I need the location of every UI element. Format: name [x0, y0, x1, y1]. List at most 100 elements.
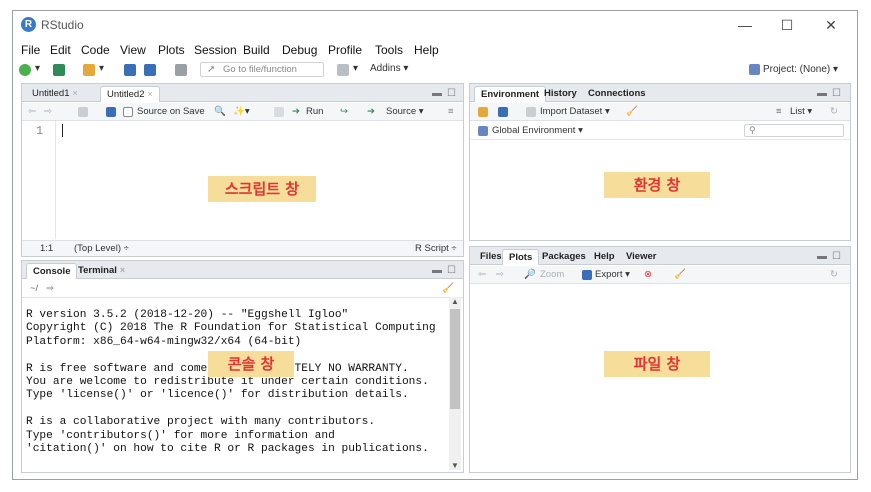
goto-file-input[interactable]: ➚ Go to file/function — [200, 62, 324, 77]
menu-debug[interactable]: Debug — [282, 43, 317, 57]
menu-plots[interactable]: Plots — [158, 43, 185, 57]
menu-session[interactable]: Session — [194, 43, 237, 57]
find-icon[interactable]: 🔍 — [214, 106, 226, 117]
console-line: Type 'license()' or 'licence()' for dist… — [26, 389, 409, 402]
console-line: You are welcome to redistribute it under… — [26, 376, 429, 389]
save-workspace-icon[interactable] — [498, 107, 508, 117]
menu-file[interactable]: File — [21, 43, 40, 57]
tab-untitled1[interactable]: Untitled1 × — [26, 86, 84, 102]
tab-untitled1-close-icon[interactable]: × — [73, 88, 78, 98]
new-file-dropdown-icon[interactable]: ▾ — [35, 63, 40, 74]
tab-packages[interactable]: Packages — [536, 249, 592, 265]
console-minimize-icon[interactable]: ▬ — [432, 265, 442, 276]
open-file-icon[interactable] — [83, 64, 95, 76]
tab-terminal[interactable]: Terminal × — [72, 263, 131, 279]
scroll-up-icon[interactable]: ▲ — [449, 297, 461, 306]
grid-layout-icon[interactable] — [337, 64, 349, 76]
new-file-icon[interactable] — [19, 64, 31, 76]
menu-view[interactable]: View — [120, 43, 146, 57]
remove-plot-icon[interactable]: ⊗ — [644, 269, 652, 280]
tab-history[interactable]: History — [538, 86, 583, 102]
goto-placeholder: Go to file/function — [223, 64, 297, 75]
menu-tools[interactable]: Tools — [375, 43, 403, 57]
list-view-label: List — [790, 106, 805, 117]
clear-workspace-icon[interactable]: 🧹 — [626, 106, 638, 117]
tab-terminal-close-icon[interactable]: × — [120, 265, 125, 275]
tab-viewer[interactable]: Viewer — [620, 249, 662, 265]
save-icon[interactable] — [124, 64, 136, 76]
list-view-selector[interactable]: List ▾ — [790, 106, 812, 117]
next-plot-icon[interactable]: ⇨ — [496, 269, 504, 280]
clear-plots-icon[interactable]: 🧹 — [674, 269, 686, 280]
run-button[interactable]: Run — [306, 106, 323, 117]
tab-untitled2[interactable]: Untitled2 × — [100, 86, 160, 102]
editor-maximize-icon[interactable]: ☐ — [447, 88, 456, 99]
menu-code[interactable]: Code — [81, 43, 110, 57]
editor-minimize-icon[interactable]: ▬ — [432, 88, 442, 99]
scroll-down-icon[interactable]: ▼ — [449, 461, 461, 470]
maximize-button[interactable]: ☐ — [777, 15, 797, 35]
menu-profile[interactable]: Profile — [328, 43, 362, 57]
print-icon[interactable] — [175, 64, 187, 76]
environment-search-input[interactable]: ⚲ — [744, 124, 844, 137]
save-all-icon[interactable] — [144, 64, 156, 76]
tab-untitled2-label: Untitled2 — [107, 89, 145, 100]
working-directory: ~/ — [30, 283, 39, 294]
show-in-window-icon[interactable] — [78, 107, 88, 117]
list-view-icon: ≡ — [776, 106, 782, 117]
tab-viewer-label: Viewer — [626, 251, 657, 262]
title-bar: R RStudio — ☐ ✕ — [13, 11, 857, 39]
tab-environment-label: Environment — [481, 89, 540, 100]
files-maximize-icon[interactable]: ☐ — [832, 251, 841, 262]
import-dataset-button[interactable]: Import Dataset ▾ — [540, 106, 610, 117]
source-on-save-checkbox[interactable] — [123, 107, 133, 117]
file-type-selector[interactable]: R Script ÷ — [415, 243, 457, 254]
refresh-plots-icon[interactable]: ↻ — [830, 269, 838, 280]
export-menu[interactable]: Export ▾ — [595, 269, 630, 280]
new-project-icon[interactable] — [53, 64, 65, 76]
goto-directory-icon[interactable]: ⇒ — [46, 283, 54, 294]
export-icon — [582, 270, 592, 280]
previous-plot-icon[interactable]: ⇦ — [478, 269, 486, 280]
source-button[interactable]: Source ▾ — [386, 106, 424, 117]
code-tools-icon[interactable]: ✨▾ — [233, 106, 250, 117]
tab-connections[interactable]: Connections — [582, 86, 652, 102]
menu-help[interactable]: Help — [414, 43, 439, 57]
load-workspace-icon[interactable] — [478, 107, 488, 117]
tab-environment[interactable]: Environment — [474, 86, 547, 102]
project-menu[interactable]: Project: (None) ▾ — [749, 64, 838, 75]
back-arrow-icon[interactable]: ⇦ — [28, 106, 36, 117]
console-output[interactable]: R version 3.5.2 (2018-12-20) -- "Eggshel… — [26, 309, 436, 456]
scope-dropdown[interactable]: Global Environment ▾ — [492, 125, 583, 136]
tab-untitled2-close-icon[interactable]: × — [148, 89, 153, 99]
close-button[interactable]: ✕ — [821, 15, 841, 35]
compile-report-icon[interactable] — [274, 107, 284, 117]
editor-save-icon[interactable] — [106, 107, 116, 117]
scroll-thumb[interactable] — [450, 309, 460, 409]
addins-menu[interactable]: Addins ▾ — [370, 63, 408, 74]
scope-label: Global Environment — [492, 125, 576, 136]
tab-plots[interactable]: Plots — [502, 249, 540, 265]
zoom-button[interactable]: Zoom — [540, 269, 564, 280]
files-minimize-icon[interactable]: ▬ — [817, 251, 827, 262]
clear-console-icon[interactable]: 🧹 — [442, 283, 454, 294]
console-maximize-icon[interactable]: ☐ — [447, 265, 456, 276]
tab-help[interactable]: Help — [588, 249, 621, 265]
source-label: Source — [386, 106, 417, 117]
forward-arrow-icon[interactable]: ⇨ — [44, 106, 52, 117]
console-scrollbar[interactable]: ▲ ▼ — [449, 297, 461, 470]
outline-icon[interactable]: ≡ — [448, 106, 454, 117]
scope-selector[interactable]: (Top Level) ÷ — [74, 243, 129, 254]
menu-build[interactable]: Build — [243, 43, 270, 57]
rerun-icon[interactable]: ↪ — [340, 106, 348, 117]
minimize-button[interactable]: — — [735, 15, 755, 35]
files-pane: Files Plots Packages Help Viewer ▬ ☐ ⇦ ⇨… — [469, 246, 851, 473]
open-dropdown-icon[interactable]: ▾ — [99, 63, 104, 74]
environment-maximize-icon[interactable]: ☐ — [832, 88, 841, 99]
refresh-environment-icon[interactable]: ↻ — [830, 106, 838, 117]
environment-minimize-icon[interactable]: ▬ — [817, 88, 827, 99]
tab-console[interactable]: Console — [26, 263, 78, 279]
menu-edit[interactable]: Edit — [50, 43, 71, 57]
zoom-icon: 🔎 — [524, 269, 536, 280]
layout-dropdown-icon[interactable]: ▾ — [353, 63, 358, 74]
